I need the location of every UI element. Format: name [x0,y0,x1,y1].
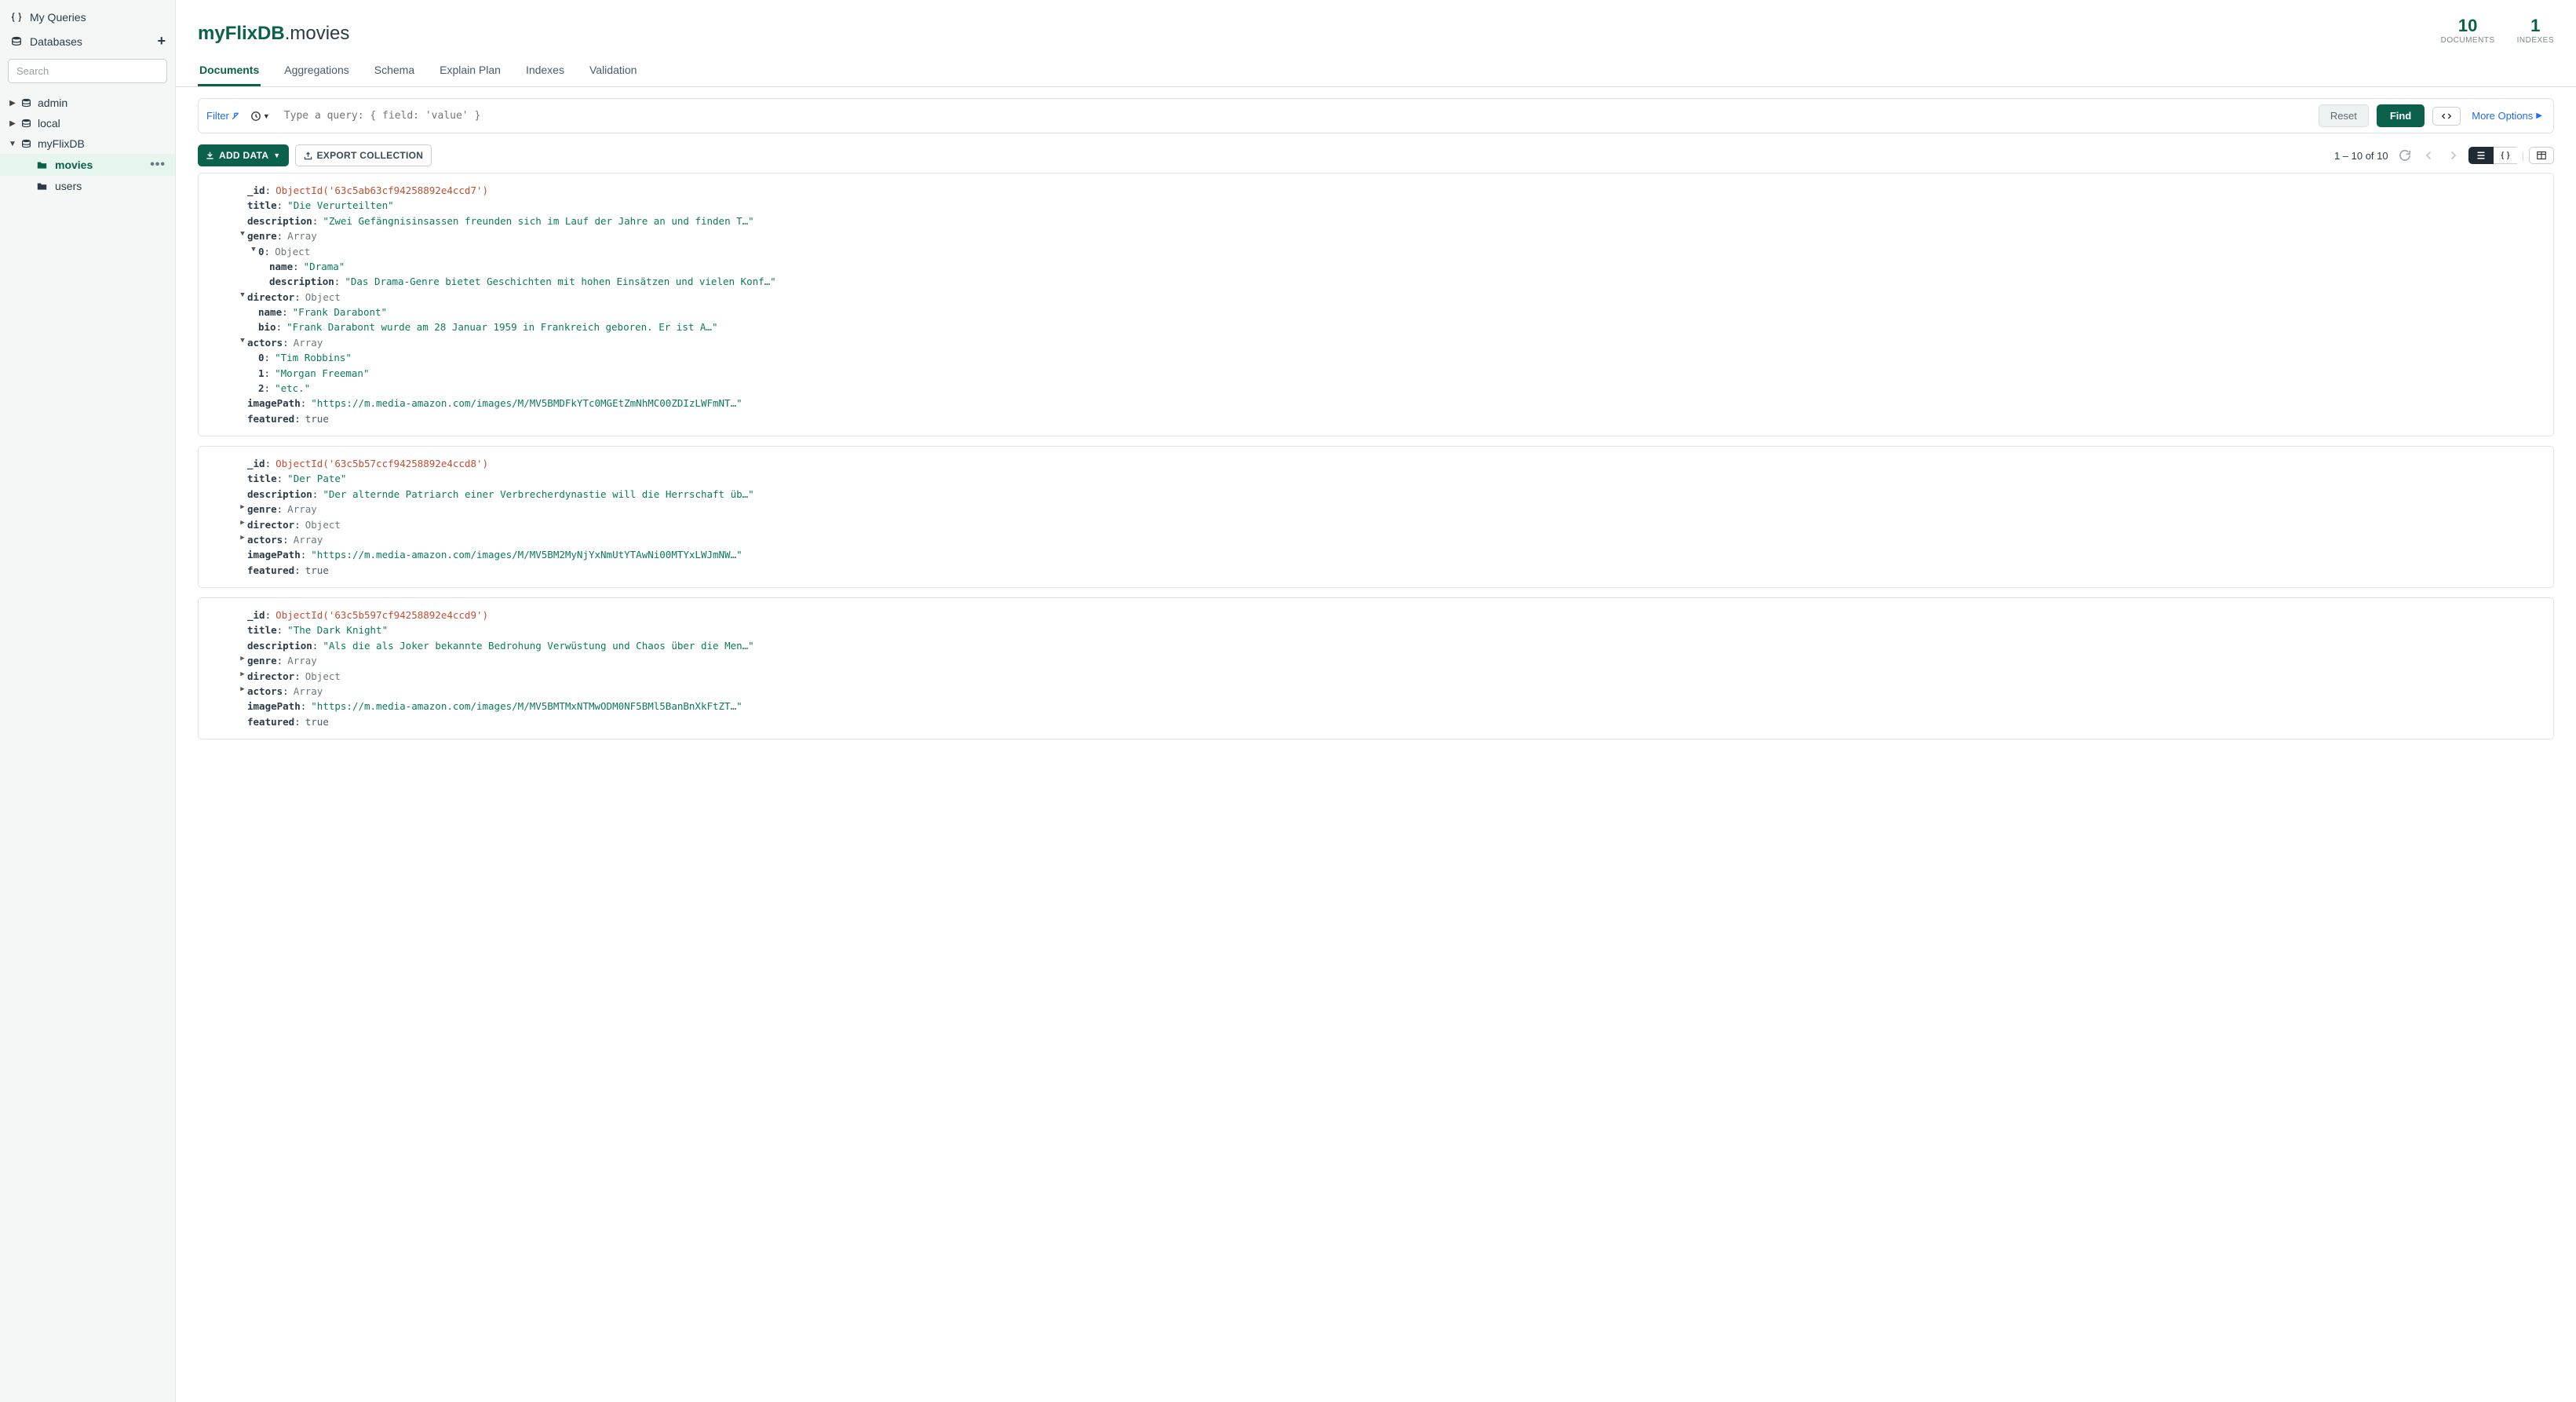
database-icon [19,119,33,129]
tab-schema[interactable]: Schema [373,57,416,86]
folder-icon [35,160,49,170]
more-options-button[interactable]: More Options ▶ [2468,110,2545,122]
database-icon [19,139,33,149]
history-button[interactable]: ▼ [247,111,273,122]
caret-right-icon[interactable]: ▶ [238,532,247,543]
caret-right-icon: ▶ [8,99,17,108]
view-json-button[interactable] [2494,147,2517,164]
caret-right-icon: ▶ [2536,111,2542,120]
tab-indexes[interactable]: Indexes [524,57,566,86]
stat-indexes: 1 INDEXES [2517,16,2554,45]
sidebar: My Queries Databases + ▶ admin ▶ local ▼… [0,0,176,1402]
export-collection-button[interactable]: EXPORT COLLECTION [295,144,432,166]
document-card[interactable]: _id:ObjectId('63c5b57ccf94258892e4ccd8')… [198,446,2554,588]
download-icon [206,152,214,160]
tabs: Documents Aggregations Schema Explain Pl… [176,51,2576,87]
caret-right-icon[interactable]: ▶ [238,502,247,513]
view-table-button[interactable] [2529,147,2554,164]
db-item-myflixdb[interactable]: ▼ myFlixDB [0,133,175,154]
database-icon [9,36,24,47]
view-list-button[interactable] [2468,147,2494,164]
databases-nav[interactable]: Databases + [0,28,175,54]
collection-title: myFlixDB.movies [198,23,349,45]
prev-page-icon[interactable] [2421,148,2437,163]
db-item-local[interactable]: ▶ local [0,113,175,133]
db-item-admin[interactable]: ▶ admin [0,93,175,113]
reset-button[interactable]: Reset [2319,104,2369,127]
more-actions-icon[interactable]: ••• [150,158,167,172]
collection-item-movies[interactable]: movies ••• [0,154,175,176]
caret-down-icon[interactable]: ▼ [238,290,247,301]
caret-down-icon: ▼ [8,140,17,148]
find-button[interactable]: Find [2377,104,2425,127]
document-card[interactable]: _id:ObjectId('63c5ab63cf94258892e4ccd7')… [198,173,2554,436]
caret-down-icon[interactable]: ▼ [238,228,247,239]
braces-icon [9,12,24,23]
caret-right-icon[interactable]: ▶ [238,653,247,664]
export-icon [304,152,312,160]
my-queries-nav[interactable]: My Queries [0,6,175,28]
caret-down-icon[interactable]: ▼ [249,244,258,255]
tab-explain-plan[interactable]: Explain Plan [438,57,502,86]
filter-button[interactable]: Filter [206,110,239,122]
caret-right-icon[interactable]: ▶ [238,669,247,680]
database-icon [19,98,33,108]
caret-right-icon[interactable]: ▶ [238,517,247,528]
code-toggle-button[interactable] [2432,107,2461,126]
caret-down-icon: ▼ [263,112,270,120]
caret-right-icon: ▶ [8,119,17,128]
refresh-icon[interactable] [2396,147,2414,164]
collection-header: myFlixDB.movies 10 DOCUMENTS 1 INDEXES [176,0,2576,51]
result-range: 1 – 10 of 10 [2334,150,2388,162]
caret-down-icon: ▼ [273,152,280,159]
search-input[interactable] [8,59,167,83]
caret-right-icon[interactable]: ▶ [238,684,247,695]
collection-item-users[interactable]: users [0,176,175,196]
query-input[interactable] [281,107,2311,125]
document-card[interactable]: _id:ObjectId('63c5b597cf94258892e4ccd9')… [198,597,2554,739]
separator: | [2517,150,2529,162]
stat-documents: 10 DOCUMENTS [2441,16,2495,45]
view-toggle: | [2468,147,2554,164]
document-list: _id:ObjectId('63c5ab63cf94258892e4ccd7')… [176,173,2576,1402]
next-page-icon[interactable] [2445,148,2461,163]
main-panel: myFlixDB.movies 10 DOCUMENTS 1 INDEXES D… [176,0,2576,1402]
databases-label: Databases [30,35,82,48]
add-data-button[interactable]: ADD DATA ▼ [198,144,289,166]
tab-documents[interactable]: Documents [198,57,261,86]
tab-validation[interactable]: Validation [588,57,638,86]
my-queries-label: My Queries [30,11,86,24]
tab-aggregations[interactable]: Aggregations [283,57,351,86]
folder-icon [35,181,49,192]
toolbar: ADD DATA ▼ EXPORT COLLECTION 1 – 10 of 1… [176,141,2576,173]
add-database-icon[interactable]: + [157,33,166,49]
caret-down-icon[interactable]: ▼ [238,335,247,346]
database-tree: ▶ admin ▶ local ▼ myFlixDB movies ••• us… [0,91,175,198]
query-bar: Filter ▼ Reset Find More Options ▶ [198,98,2554,133]
